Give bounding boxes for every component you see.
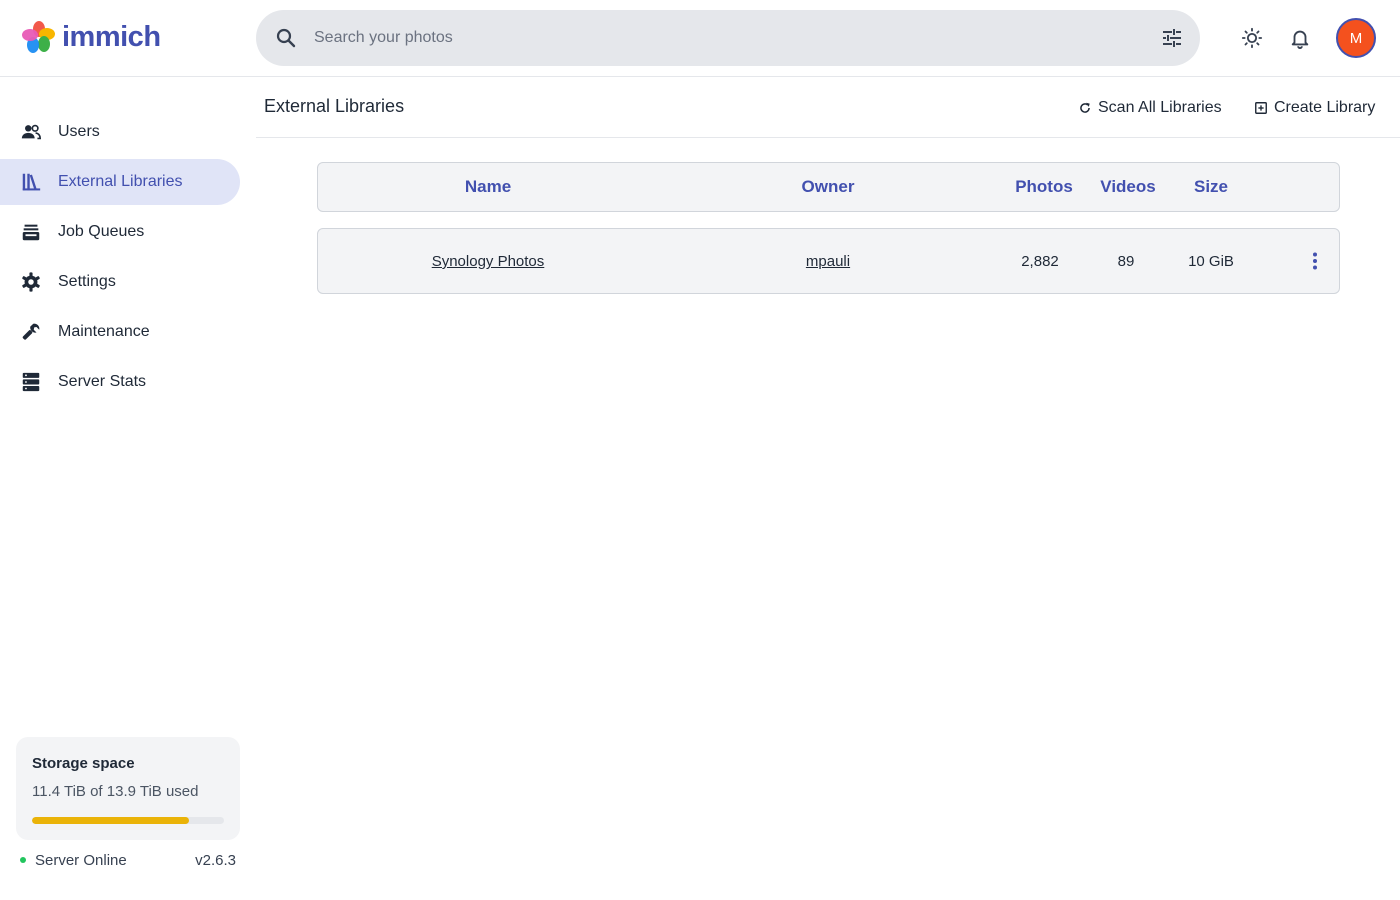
sidebar-item-maintenance[interactable]: Maintenance [0,309,240,355]
library-books-icon [22,173,41,191]
server-version[interactable]: v2.6.3 [195,852,236,869]
search-bar[interactable] [256,10,1200,66]
search-input[interactable] [314,22,1134,54]
server-status-text: Server Online [35,851,127,869]
avatar-initial: M [1349,29,1363,47]
column-header-owner: Owner [801,177,855,196]
table-row: Synology Photos mpauli 2,882 89 10 GiB [317,228,1340,294]
notifications-button[interactable] [1286,24,1314,52]
sidebar-item-users[interactable]: Users [0,109,240,155]
page-title: External Libraries [264,96,405,116]
sidebar-item-label: Server Stats [58,373,147,390]
storage-progress-fill [32,817,190,824]
create-library-button[interactable]: Create Library [1254,97,1375,119]
refresh-icon [1080,102,1090,113]
column-header-name: Name [464,177,512,196]
sidebar: Users External Libraries Job Queues Sett… [0,77,256,900]
sidebar-item-server-stats[interactable]: Server Stats [0,359,240,405]
sidebar-item-job-queues[interactable]: Job Queues [0,209,240,255]
more-options-icon[interactable] [1303,249,1327,273]
sidebar-item-label: Job Queues [58,223,145,240]
theme-toggle-icon [1241,27,1263,49]
libraries-table-header: Name Owner Photos Videos Size [317,162,1340,212]
user-avatar[interactable]: M [1336,18,1376,58]
create-library-label: Create Library [1274,99,1376,116]
scan-all-libraries-button[interactable]: Scan All Libraries [1078,97,1222,119]
storage-title: Storage space [32,755,135,772]
sidebar-item-label: Maintenance [58,323,150,340]
search-icon[interactable] [274,26,298,50]
tray-stack-icon [22,224,40,241]
scan-all-libraries-label: Scan All Libraries [1098,99,1222,116]
library-name-link[interactable]: Synology Photos [388,253,588,270]
top-header: immich Search your photos M [0,0,1400,77]
sidebar-item-external-libraries[interactable]: External Libraries [0,159,240,205]
status-dot-icon [20,857,26,863]
wrench-icon [22,323,40,340]
storage-progress-bar [32,817,224,824]
logo-text: immich [62,20,161,53]
server-icon [22,372,40,392]
sidebar-item-label: Users [58,123,100,140]
immich-logo[interactable]: immich [22,20,161,54]
immich-logo-icon [22,21,55,53]
theme-toggle-button[interactable] [1238,24,1266,52]
tune-icon[interactable] [1160,26,1184,50]
server-status: Server Online v2.6.3 [20,850,236,870]
bell-icon [1291,30,1309,49]
storage-used-text: 11.4 TiB of 13.9 TiB used [32,783,199,800]
column-header-size: Size [1193,177,1229,196]
library-photos-count: 2,882 [1021,253,1059,270]
library-size: 10 GiB [1188,253,1234,270]
library-owner-link[interactable]: mpauli [768,253,888,270]
page-header: External Libraries Scan All Libraries Cr… [256,77,1400,138]
users-icon [21,124,41,140]
sidebar-item-label: Settings [58,273,116,290]
storage-card: Storage space 11.4 TiB of 13.9 TiB used [16,737,240,840]
sidebar-item-settings[interactable]: Settings [0,259,240,305]
plus-box-icon [1255,102,1267,114]
sidebar-item-label: External Libraries [58,173,183,190]
gear-icon [22,272,40,292]
